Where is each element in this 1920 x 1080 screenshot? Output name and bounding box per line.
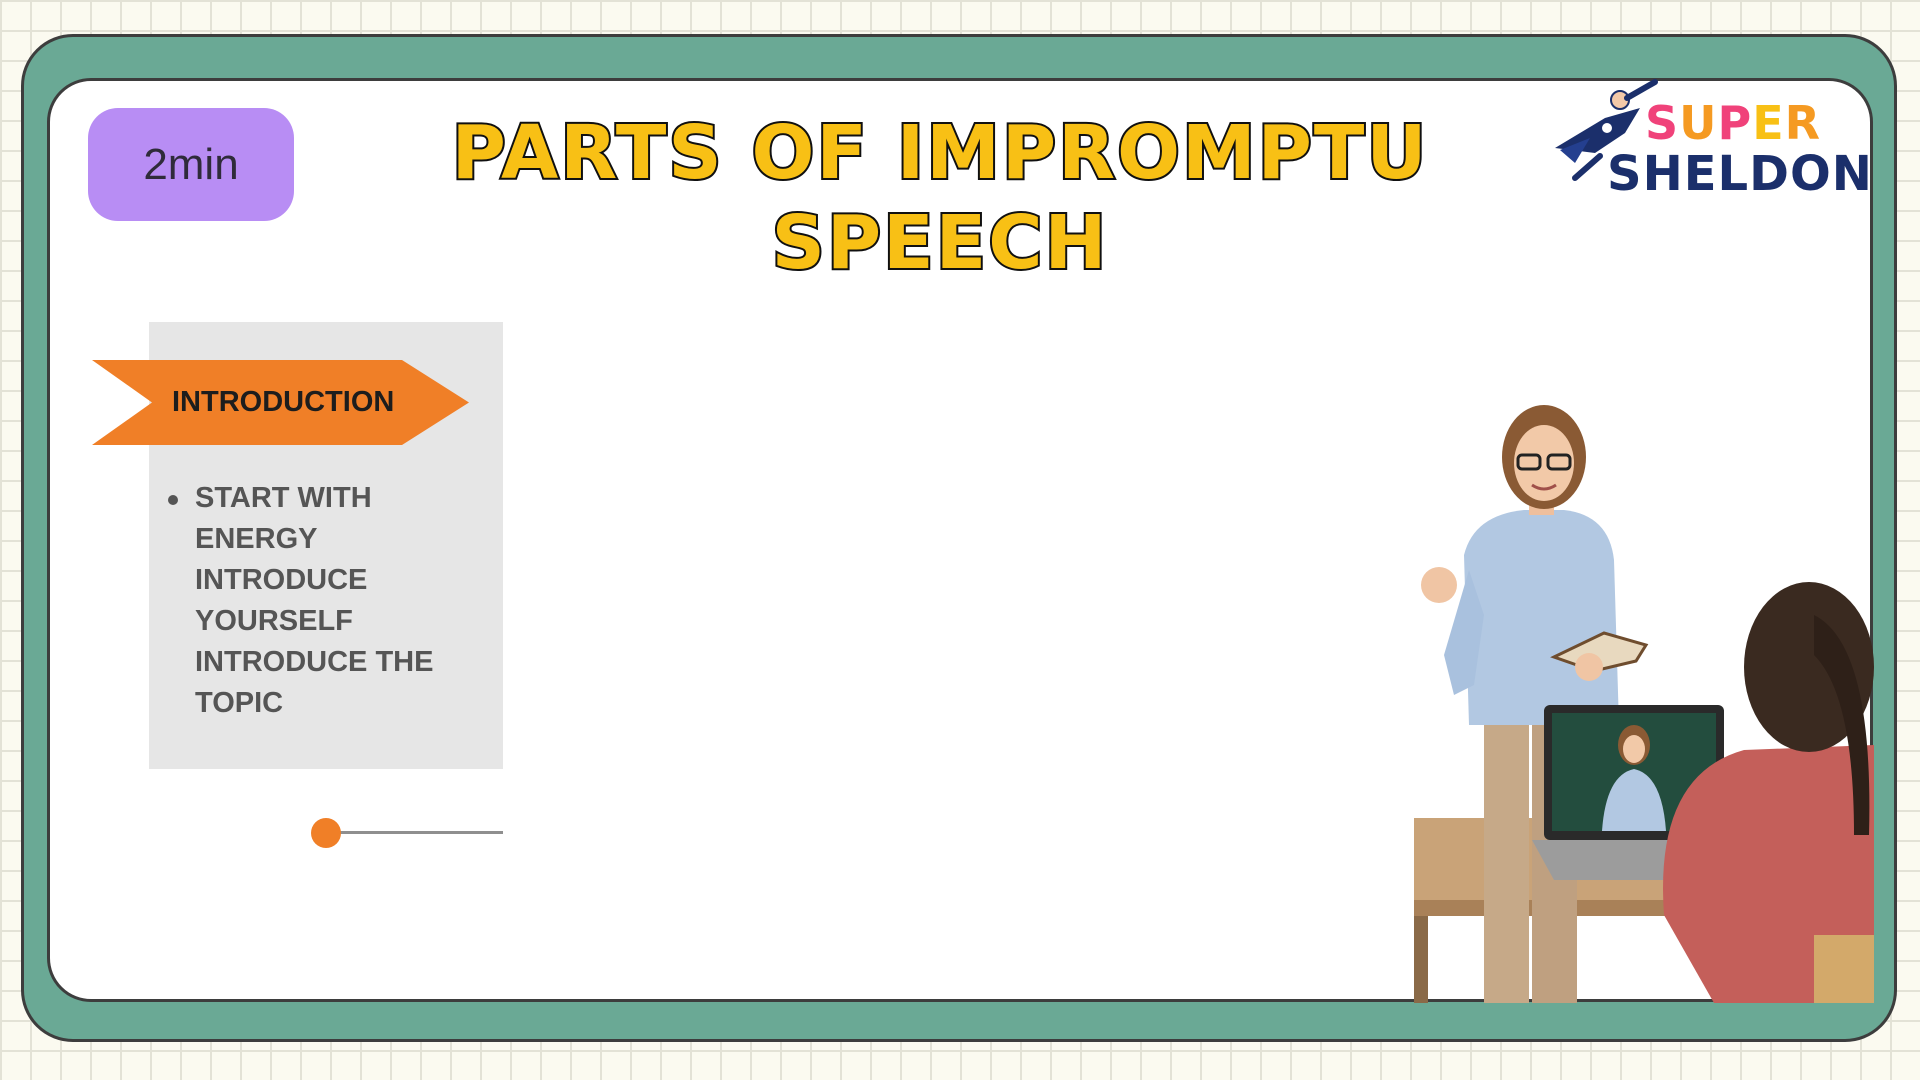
bullet-item: TOPIC [195,687,284,719]
section-label: INTRODUCTION [172,386,395,418]
timer-badge: 2min [88,108,294,221]
bullet-item: YOURSELF [195,605,353,637]
super-sheldon-logo: SUPER SHELDON [1545,78,1872,208]
title-line-1: PARTS OF IMPROMPTU [450,108,1429,198]
progress-handle[interactable] [311,818,341,848]
section-bullets: START WITH ENERGY INTRODUCE YOURSELF INT… [165,478,525,724]
logo-sheldon-text: SHELDON [1607,146,1873,202]
logo-super-word: SUPER [1645,96,1822,150]
logo-super-text: SUPER [1645,96,1821,150]
page-title: PARTS OF IMPROMPTU SPEECH [440,108,1440,288]
bullet-item: INTRODUCE THE [195,646,434,678]
title-line-2: SPEECH [770,198,1109,288]
timer-label: 2min [143,139,239,189]
bullet-item: START WITH [195,478,525,519]
bullet-item: INTRODUCE [195,564,368,596]
bullet-item: ENERGY [195,523,318,555]
teacher-student-illustration [1414,405,1874,1003]
progress-track [325,831,503,834]
